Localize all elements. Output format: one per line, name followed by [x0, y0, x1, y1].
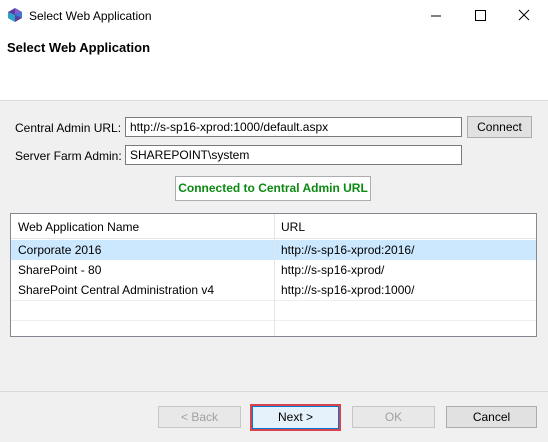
close-icon	[518, 9, 530, 21]
back-button[interactable]: < Back	[158, 406, 241, 428]
central-admin-url-field[interactable]: http://s-sp16-xprod:1000/default.aspx	[125, 117, 462, 137]
connection-status: Connected to Central Admin URL	[175, 176, 371, 201]
wizard-header: Select Web Application	[0, 31, 548, 101]
server-farm-admin-label: Server Farm Admin:	[15, 149, 122, 163]
row-name: SharePoint - 80	[18, 263, 102, 277]
central-admin-url-label: Central Admin URL:	[15, 121, 122, 135]
title-bar: Select Web Application	[0, 0, 548, 31]
row-url: http://s-sp16-xprod:1000/	[281, 283, 415, 297]
minimize-icon	[431, 15, 441, 17]
column-divider	[274, 214, 275, 336]
maximize-icon	[475, 10, 486, 21]
maximize-button[interactable]	[458, 0, 502, 31]
ok-button[interactable]: OK	[352, 406, 435, 428]
row-name: Corporate 2016	[18, 243, 102, 257]
web-application-list[interactable]: Web Application Name URL Corporate 2016 …	[10, 213, 537, 337]
row-name: SharePoint Central Administration v4	[18, 283, 215, 297]
close-button[interactable]	[502, 0, 546, 31]
page-title: Select Web Application	[7, 40, 151, 55]
window-title: Select Web Application	[29, 9, 152, 23]
column-header-name[interactable]: Web Application Name	[18, 220, 139, 234]
connect-button[interactable]: Connect	[467, 116, 532, 138]
next-button[interactable]: Next >	[250, 404, 341, 431]
row-url: http://s-sp16-xprod:2016/	[281, 243, 415, 257]
minimize-button[interactable]	[414, 0, 458, 31]
app-icon	[8, 8, 22, 22]
next-button-label: Next >	[252, 406, 339, 429]
cancel-button[interactable]: Cancel	[446, 406, 537, 428]
server-farm-admin-field[interactable]: SHAREPOINT\system	[125, 145, 462, 165]
column-header-url[interactable]: URL	[281, 220, 305, 234]
row-url: http://s-sp16-xprod/	[281, 263, 385, 277]
